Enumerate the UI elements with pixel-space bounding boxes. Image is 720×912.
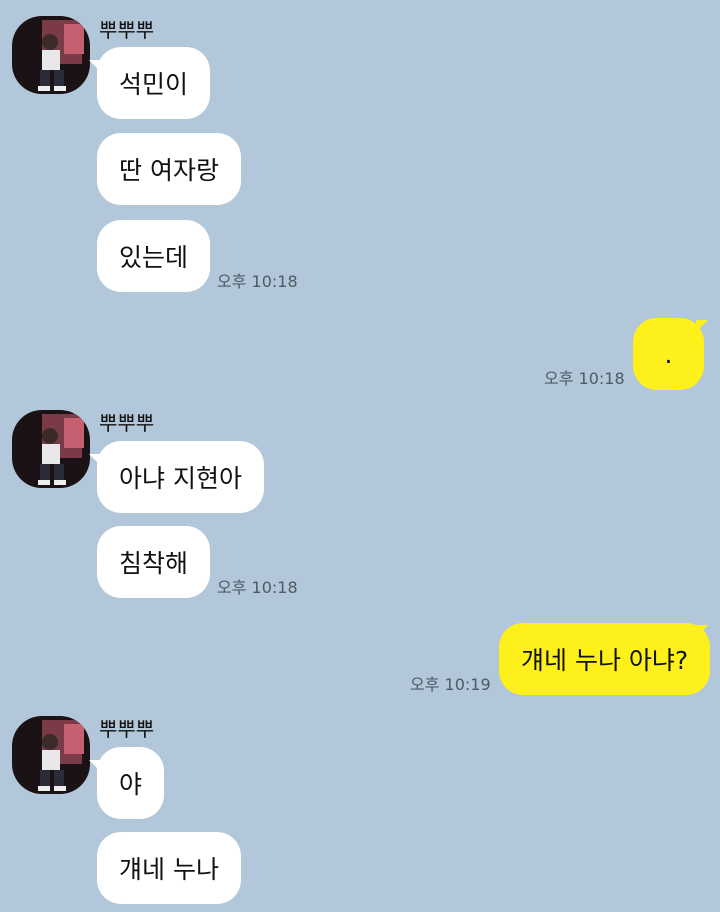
message-timestamp: 오후 10:18 <box>544 369 625 388</box>
sender-avatar[interactable] <box>12 716 90 794</box>
profile-photo-icon <box>12 716 90 794</box>
message-timestamp: 오후 10:18 <box>217 578 298 597</box>
message-bubble[interactable]: 아냐 지현아 <box>97 441 264 513</box>
sender-name: 뿌뿌뿌 <box>99 717 155 741</box>
message-bubble[interactable]: 석민이 <box>97 47 211 119</box>
sender-avatar[interactable] <box>12 16 90 94</box>
message-bubble[interactable]: 딴 여자랑 <box>97 133 241 205</box>
message-timestamp: 오후 10:19 <box>410 675 491 694</box>
message-bubble[interactable]: 걔네 누나 <box>97 832 241 904</box>
message-bubble[interactable]: 야 <box>97 747 165 819</box>
message-bubble[interactable]: 침착해 <box>97 526 211 598</box>
profile-photo-icon <box>12 16 90 94</box>
message-timestamp: 오후 10:18 <box>217 272 298 291</box>
sender-name: 뿌뿌뿌 <box>99 18 155 42</box>
profile-photo-icon <box>12 410 90 488</box>
outgoing-message-bubble[interactable]: . <box>633 318 704 390</box>
outgoing-message-bubble[interactable]: 걔네 누나 아냐? <box>499 623 711 695</box>
sender-avatar[interactable] <box>12 410 90 488</box>
bubble-tail <box>696 625 708 637</box>
message-bubble[interactable]: 있는데 <box>97 220 211 292</box>
sender-name: 뿌뿌뿌 <box>99 411 155 435</box>
bubble-tail <box>696 320 708 332</box>
